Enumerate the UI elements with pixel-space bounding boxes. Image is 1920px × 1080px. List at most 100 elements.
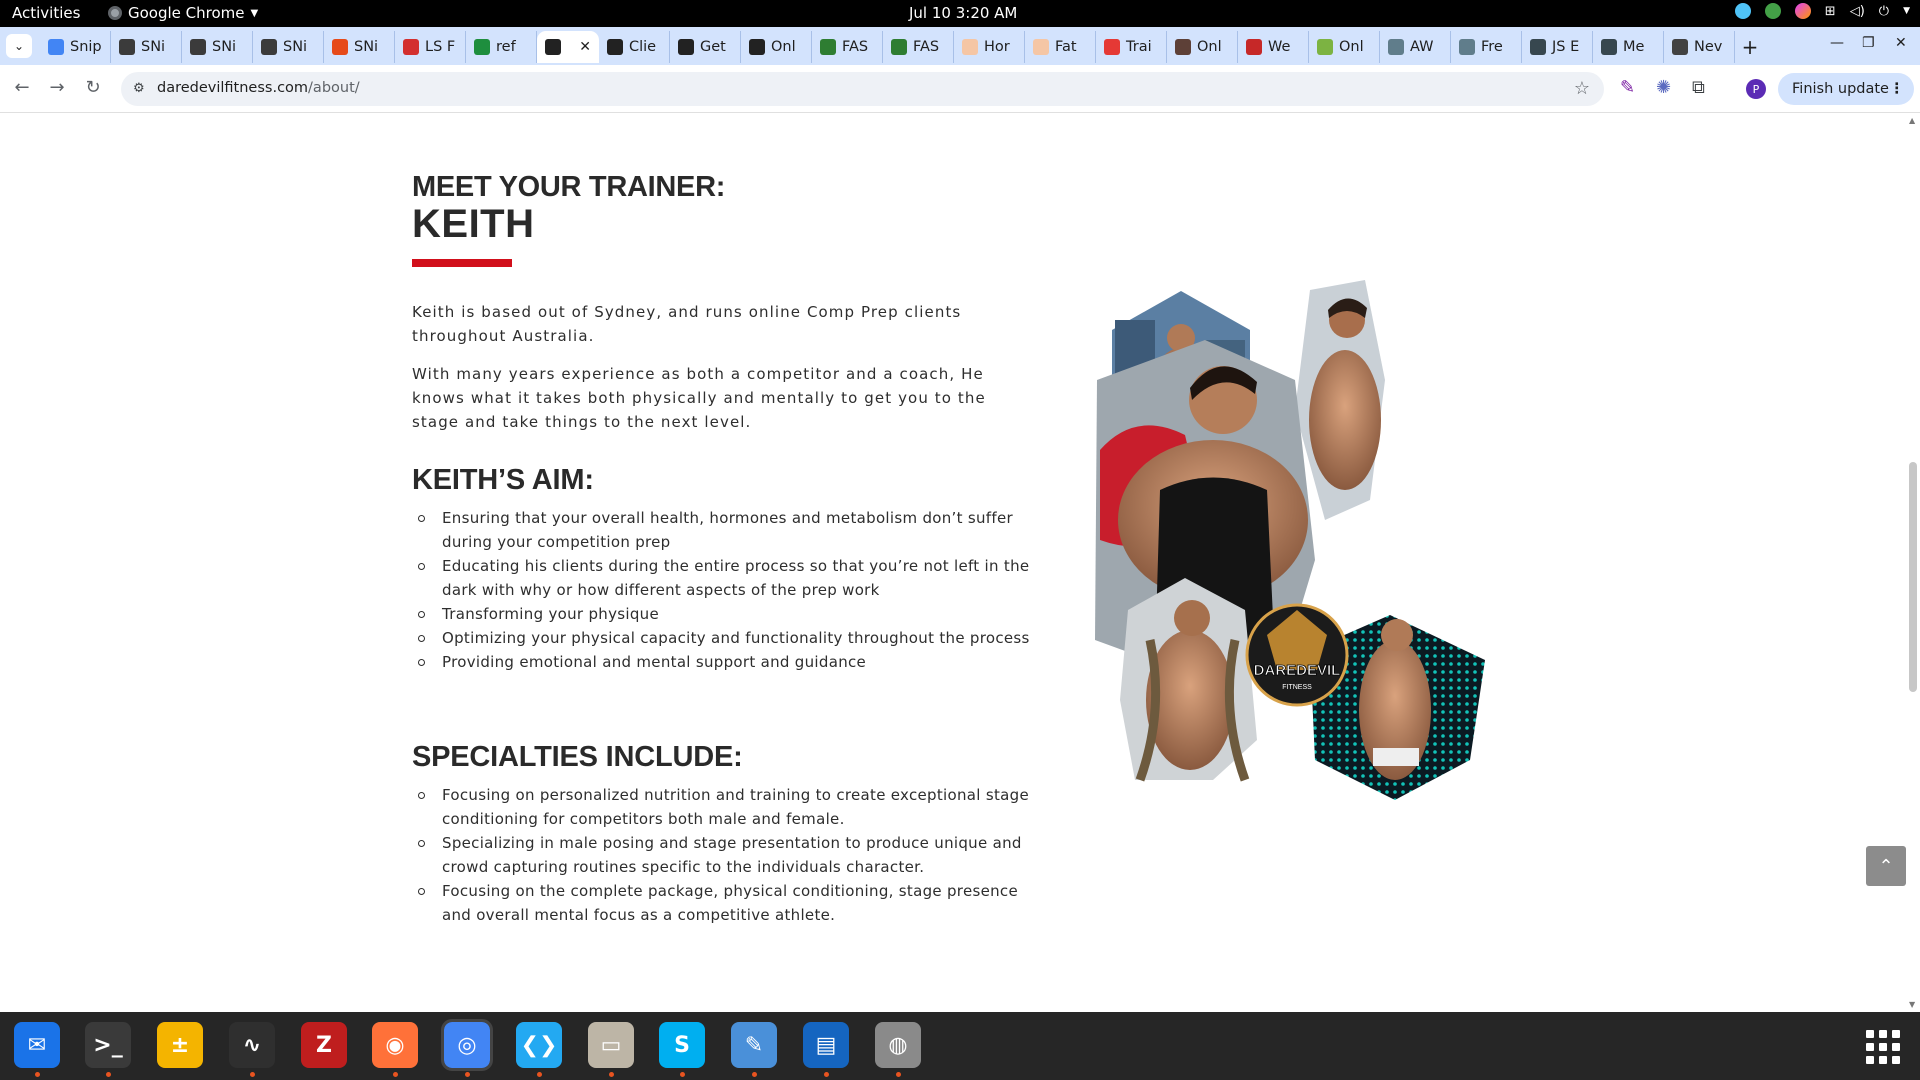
extensions-puzzle-icon[interactable]: ⧉ — [1692, 77, 1705, 98]
dock-glyph: ✉ — [27, 1032, 47, 1058]
system-top-bar: Activities Google Chrome ▼ Jul 10 3:20 A… — [0, 0, 1920, 27]
tab[interactable]: AW — [1380, 31, 1451, 63]
terminal-icon[interactable]: >_ — [85, 1022, 131, 1068]
tab[interactable]: Trai — [1096, 31, 1167, 63]
list-item: Specializing in male posing and stage pr… — [418, 831, 1050, 879]
dock-glyph: ❮❯ — [520, 1032, 558, 1058]
scroll-to-top-button[interactable]: ⌃ — [1866, 846, 1906, 886]
calculator-icon[interactable]: ± — [157, 1022, 203, 1068]
chrome-icon — [108, 6, 122, 20]
site-info-icon[interactable]: ⚙ — [133, 81, 149, 97]
tab[interactable]: Onl — [1167, 31, 1238, 63]
activities-button[interactable]: Activities — [12, 4, 80, 22]
tab[interactable]: SNi — [182, 31, 253, 63]
volume-icon[interactable]: ◁) — [1850, 4, 1865, 19]
mountain-icon — [1459, 39, 1475, 55]
tab[interactable]: Snip — [40, 31, 111, 63]
forward-icon[interactable]: → — [45, 77, 69, 98]
clock[interactable]: Jul 10 3:20 AM — [909, 4, 1017, 22]
skype-icon[interactable]: S — [659, 1022, 705, 1068]
accent-divider — [412, 259, 512, 267]
pen-extension-icon[interactable]: ✎ — [1620, 77, 1635, 98]
more-menu-icon[interactable]: ⋮ — [1890, 81, 1905, 97]
tab-label: Me — [1623, 39, 1645, 55]
tab[interactable]: Get — [670, 31, 741, 63]
intro-paragraph-2: With many years experience as both a com… — [412, 365, 986, 431]
scroll-down-arrow-icon[interactable]: ▼ — [1909, 1000, 1915, 1009]
network-icon[interactable]: ⊞ — [1825, 4, 1836, 19]
scroll-up-arrow-icon[interactable]: ▲ — [1909, 116, 1915, 125]
sync-icon[interactable] — [1734, 3, 1751, 19]
profile-avatar[interactable]: P — [1746, 79, 1766, 99]
writer-icon[interactable]: ▤ — [803, 1022, 849, 1068]
text-editor-icon[interactable]: ✎ — [731, 1022, 777, 1068]
tab[interactable]: Hor — [954, 31, 1025, 63]
system-monitor-icon[interactable]: ∿ — [229, 1022, 275, 1068]
power-icon[interactable]: ⏻ — [1879, 4, 1889, 19]
meet-trainer-heading: MEET YOUR TRAINER: — [412, 171, 726, 203]
tab[interactable]: ref — [466, 31, 537, 63]
tab-label: Nev — [1694, 39, 1723, 55]
running-indicator — [824, 1072, 829, 1077]
running-indicator — [609, 1072, 614, 1077]
sparkle-extension-icon[interactable]: ✺ — [1656, 77, 1671, 98]
tab[interactable]: JS E — [1522, 31, 1593, 63]
tab[interactable]: Nev — [1664, 31, 1735, 63]
tab[interactable]: Fre — [1451, 31, 1522, 63]
minimize-icon[interactable]: — — [1830, 35, 1844, 51]
tab[interactable]: Fat — [1025, 31, 1096, 63]
daredevil-icon — [678, 39, 694, 55]
logo-subtext: FITNESS — [1282, 684, 1312, 691]
close-window-icon[interactable]: ✕ — [1895, 35, 1907, 51]
tab-label: Onl — [1339, 39, 1364, 55]
bookmark-star-icon[interactable]: ☆ — [1574, 78, 1590, 99]
tab[interactable]: LS F — [395, 31, 466, 63]
running-indicator — [35, 1072, 40, 1077]
figure-head — [1174, 600, 1210, 636]
show-apps-icon[interactable] — [1866, 1030, 1900, 1064]
dock: ✉ >_ ± ∿ Z ◉ ◎ ❮❯ ▭ S ✎ ▤ ◍ — [0, 1012, 1920, 1080]
restore-icon[interactable]: ❐ — [1862, 35, 1875, 51]
color-picker-icon[interactable] — [1794, 3, 1811, 19]
app-name: Google Chrome — [128, 4, 245, 22]
tab[interactable]: SNi — [324, 31, 395, 63]
url-text[interactable]: daredevilfitness.com/about/ — [157, 80, 360, 96]
vscode-icon[interactable]: ❮❯ — [516, 1022, 562, 1068]
tab-search-button[interactable]: ⌄ — [6, 34, 32, 58]
tab[interactable]: Clie — [599, 31, 670, 63]
tab-label: FAS — [842, 39, 869, 55]
page-scrollbar[interactable]: ▲ ▼ — [1906, 114, 1920, 1012]
firefox-icon[interactable]: ◉ — [372, 1022, 418, 1068]
files-icon[interactable]: ▭ — [588, 1022, 634, 1068]
tab[interactable]: Onl — [1309, 31, 1380, 63]
figure-head — [1381, 619, 1413, 651]
chrome-icon[interactable]: ◎ — [441, 1019, 493, 1071]
system-tray[interactable]: ⊞ ◁) ⏻ ▼ — [1734, 3, 1910, 19]
app-menu[interactable]: Google Chrome ▼ — [108, 4, 258, 22]
hand-icon — [962, 39, 978, 55]
new-tab-button[interactable]: + — [1735, 31, 1765, 63]
reload-icon[interactable]: ↻ — [81, 77, 105, 98]
tab-label: Fre — [1481, 39, 1503, 55]
tab-label: SNi — [283, 39, 308, 55]
scrollbar-thumb[interactable] — [1909, 462, 1917, 692]
filezilla-icon[interactable]: Z — [301, 1022, 347, 1068]
chevron-down-icon[interactable]: ▼ — [1903, 6, 1910, 16]
tab[interactable]: ✕ — [537, 31, 599, 63]
tab[interactable]: SNi — [111, 31, 182, 63]
tab[interactable]: SNi — [253, 31, 324, 63]
close-tab-icon[interactable]: ✕ — [579, 39, 591, 55]
tab[interactable]: We — [1238, 31, 1309, 63]
tab[interactable]: FAS — [812, 31, 883, 63]
address-bar[interactable]: ⚙ daredevilfitness.com/about/ ☆ — [121, 72, 1604, 106]
tab[interactable]: Me — [1593, 31, 1664, 63]
back-icon[interactable]: ← — [10, 77, 34, 98]
list-item: Transforming your physique — [418, 602, 1050, 626]
check-icon[interactable] — [1764, 3, 1781, 19]
tab[interactable]: Onl — [741, 31, 812, 63]
posing-trunks — [1373, 748, 1419, 766]
finish-update-button[interactable]: Finish update ⋮ — [1778, 73, 1914, 105]
tab[interactable]: FAS — [883, 31, 954, 63]
disk-icon[interactable]: ◍ — [875, 1022, 921, 1068]
thunderbird-icon[interactable]: ✉ — [14, 1022, 60, 1068]
